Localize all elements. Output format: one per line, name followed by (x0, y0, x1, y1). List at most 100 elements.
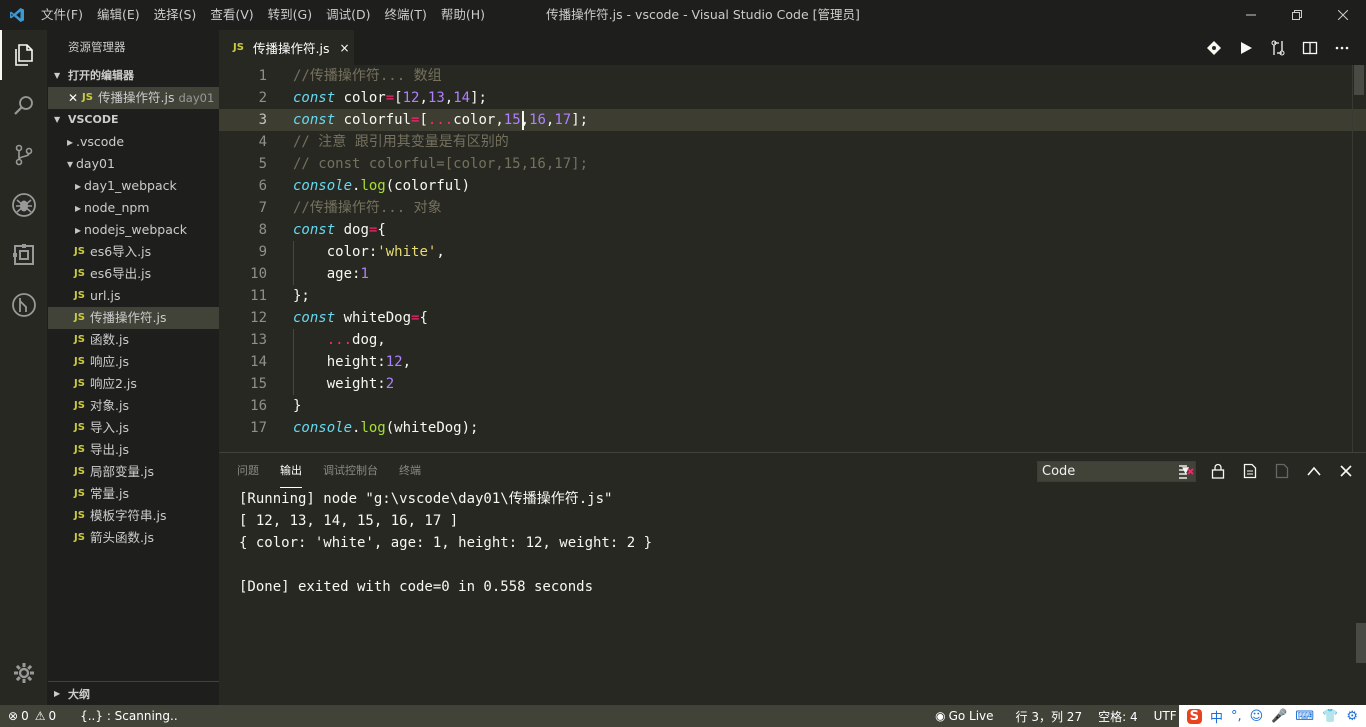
folder-item[interactable]: ▸ .vscode (48, 131, 219, 153)
close-panel-icon[interactable] (1330, 453, 1362, 488)
workspace-header[interactable]: ▼ VSCODE (48, 109, 219, 131)
code-line[interactable]: 7 //传播操作符... 对象 (219, 197, 1366, 219)
file-item[interactable]: JS 导出.js (48, 439, 219, 461)
folder-item[interactable]: ▸ node_npm (48, 197, 219, 219)
ime-skin-icon[interactable]: 👕 (1322, 709, 1338, 724)
more-actions-icon[interactable] (1326, 30, 1358, 65)
panel-tabs: 问题 输出 调试控制台 终端 (237, 453, 442, 488)
code-line[interactable]: 10 age:1 (219, 263, 1366, 285)
cursor-position[interactable]: 行 3，列 27 (1008, 705, 1091, 727)
code-line[interactable]: 6 console.log(colorful) (219, 175, 1366, 197)
code-line[interactable]: 2 const color=[12,13,14]; (219, 87, 1366, 109)
tab-close-icon[interactable]: × (339, 41, 349, 55)
problems-status[interactable]: ⊗ 0 ⚠ 0 (0, 705, 64, 727)
code-line[interactable]: 5 // const colorful=[color,15,16,17]; (219, 153, 1366, 175)
file-item[interactable]: JS 局部变量.js (48, 461, 219, 483)
encoding-status[interactable]: UTF (1146, 705, 1179, 727)
scanning-status[interactable]: {..} : Scanning.. (72, 705, 186, 727)
gear-icon[interactable] (0, 653, 48, 693)
maximize-panel-icon[interactable] (1298, 453, 1330, 488)
file-item[interactable]: JS 函数.js (48, 329, 219, 351)
file-item[interactable]: JS 导入.js (48, 417, 219, 439)
menu-selection[interactable]: 选择(S) (147, 0, 204, 30)
file-item[interactable]: JS 传播操作符.js (48, 307, 219, 329)
menu-view[interactable]: 查看(V) (203, 0, 260, 30)
indentation-status[interactable]: 空格: 4 (1090, 705, 1146, 727)
tab-terminal[interactable]: 终端 (399, 453, 421, 488)
scrollbar-thumb[interactable] (1354, 65, 1364, 95)
menu-debug[interactable]: 调试(D) (319, 0, 377, 30)
code-line[interactable]: 11}; (219, 285, 1366, 307)
file-item[interactable]: JS 响应2.js (48, 373, 219, 395)
code-line[interactable]: 12 const whiteDog={ (219, 307, 1366, 329)
extensions-icon[interactable] (0, 230, 48, 280)
go-live-button[interactable]: ◉ Go Live (927, 705, 1001, 727)
file-item[interactable]: JS 对象.js (48, 395, 219, 417)
lock-icon[interactable] (1202, 453, 1234, 488)
file-item[interactable]: JS url.js (48, 285, 219, 307)
panel-actions (1170, 453, 1362, 488)
restore-button[interactable] (1274, 0, 1320, 30)
code-token: } (293, 398, 302, 414)
code-token: 1 (360, 266, 369, 282)
code-line[interactable]: 17 console.log(whiteDog); (219, 417, 1366, 439)
ime-punctuation[interactable]: °, (1231, 709, 1242, 724)
minimize-button[interactable] (1228, 0, 1274, 30)
explorer-icon[interactable] (0, 30, 48, 80)
code-line[interactable]: 16} (219, 395, 1366, 417)
ime-voice-icon[interactable]: 🎤 (1271, 709, 1287, 724)
git-compare-icon[interactable] (1198, 30, 1230, 65)
code-line[interactable]: 13 ...dog, (219, 329, 1366, 351)
close-window-button[interactable] (1320, 0, 1366, 30)
menu-file[interactable]: 文件(F) (34, 0, 90, 30)
clear-output-icon[interactable] (1170, 453, 1202, 488)
editor-scrollbar[interactable] (1352, 65, 1366, 452)
menu-go[interactable]: 转到(G) (261, 0, 319, 30)
split-editor-icon[interactable] (1294, 30, 1326, 65)
tab-debug-console[interactable]: 调试控制台 (323, 453, 378, 488)
file-item[interactable]: JS 常量.js (48, 483, 219, 505)
folder-item[interactable]: ▸ nodejs_webpack (48, 219, 219, 241)
open-changes-icon[interactable] (1262, 30, 1294, 65)
menu-edit[interactable]: 编辑(E) (90, 0, 147, 30)
close-icon[interactable]: ✕ (64, 87, 82, 109)
code-line[interactable]: 1 //传播操作符... 数组 (219, 65, 1366, 87)
run-code-icon[interactable] (1230, 30, 1262, 65)
panel-scrollbar[interactable] (1356, 623, 1366, 663)
ime-toolbar[interactable]: S 中 °, ☺ 🎤 ⌨ 👕 ⚙ (1178, 705, 1366, 727)
file-item[interactable]: JS es6导入.js (48, 241, 219, 263)
tab-problems[interactable]: 问题 (237, 453, 259, 488)
folder-item[interactable]: ▾ day01 (48, 153, 219, 175)
open-editors-header[interactable]: ▼ 打开的编辑器 (48, 65, 219, 87)
tab-spread-operator[interactable]: JS 传播操作符.js × (219, 30, 354, 65)
file-item[interactable]: JS es6导出.js (48, 263, 219, 285)
file-item[interactable]: JS 响应.js (48, 351, 219, 373)
menu-terminal[interactable]: 终端(T) (377, 0, 433, 30)
file-item[interactable]: JS 模板字符串.js (48, 505, 219, 527)
code-line[interactable]: 3 const colorful=[...color,15,16,17]; (219, 109, 1366, 131)
code-line[interactable]: 14 height:12, (219, 351, 1366, 373)
ime-settings-icon[interactable]: ⚙ (1346, 709, 1358, 724)
tab-output[interactable]: 输出 (280, 453, 302, 488)
outline-header[interactable]: ▶ 大纲 (48, 681, 219, 705)
code-line[interactable]: 4 // 注意 跟引用其变量是有区别的 (219, 131, 1366, 153)
open-log-icon[interactable] (1234, 453, 1266, 488)
output-log[interactable]: [Running] node "g:\vscode\day01\传播操作符.js… (239, 488, 652, 598)
source-control-icon[interactable] (0, 130, 48, 180)
remote-icon[interactable] (0, 280, 48, 330)
code-line[interactable]: 15 weight:2 (219, 373, 1366, 395)
code-line[interactable]: 9 color:'white', (219, 241, 1366, 263)
debug-icon[interactable] (0, 180, 48, 230)
folder-item[interactable]: ▸ day1_webpack (48, 175, 219, 197)
output-channel-value: Code (1042, 464, 1076, 479)
code-line[interactable]: 8 const dog={ (219, 219, 1366, 241)
code-editor[interactable]: 1//传播操作符... 数组 2 const color=[12,13,14]; 3 c… (219, 65, 1366, 452)
file-item[interactable]: JS 箭头函数.js (48, 527, 219, 549)
search-icon[interactable] (0, 80, 48, 130)
open-editor-item[interactable]: ✕ JS 传播操作符.js day01 (48, 87, 219, 109)
menu-help[interactable]: 帮助(H) (434, 0, 492, 30)
ime-mode[interactable]: 中 (1210, 707, 1223, 726)
ime-emoji-icon[interactable]: ☺ (1250, 709, 1264, 724)
ime-keyboard-icon[interactable]: ⌨ (1295, 709, 1314, 724)
